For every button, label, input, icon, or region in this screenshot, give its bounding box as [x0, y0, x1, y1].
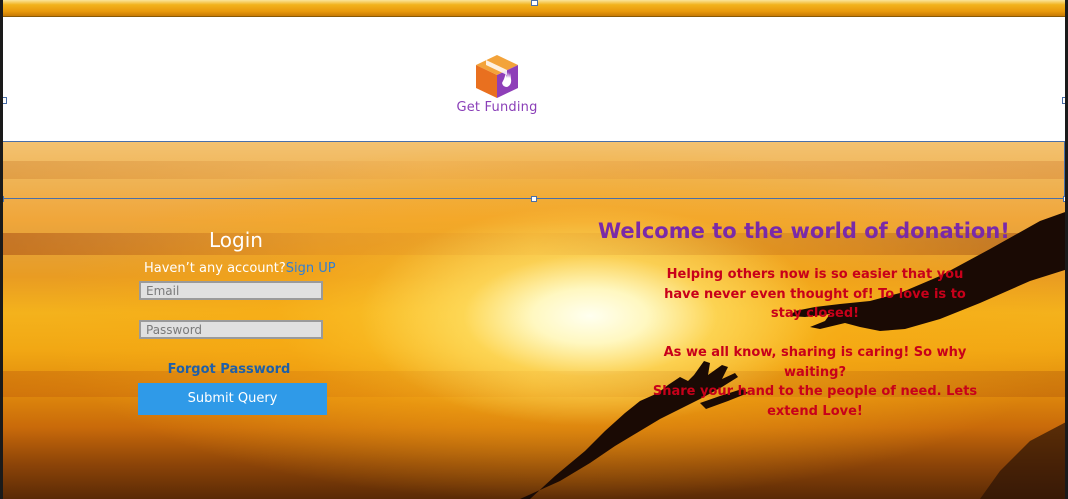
welcome-message: Share your hand to the people of need. L… [652, 384, 978, 419]
resize-handle-left[interactable] [0, 97, 7, 104]
gift-box-hand-icon [476, 55, 518, 98]
selection-box[interactable] [1, 141, 1065, 199]
forgot-password-link[interactable]: Forgot Password [138, 362, 320, 377]
password-field[interactable]: Password [139, 320, 323, 339]
resize-handle-right[interactable] [1062, 97, 1068, 104]
resize-handle[interactable] [0, 196, 4, 202]
resize-handle[interactable] [531, 196, 537, 202]
resize-handle-top[interactable] [531, 0, 538, 6]
account-prompt-text: Haven’t any account? [144, 261, 286, 276]
welcome-message: As we all know, sharing is caring! So wh… [663, 345, 967, 380]
welcome-message: Helping others now is so easier that you… [664, 267, 966, 321]
email-field[interactable]: Email [139, 281, 323, 300]
resize-handle[interactable] [1063, 196, 1068, 202]
submit-query-button[interactable]: Submit Query [138, 383, 327, 415]
logo-text: Get Funding [456, 100, 538, 115]
login-title: Login [209, 228, 263, 252]
page-header: Get Funding [0, 17, 1068, 141]
site-logo[interactable]: Get Funding [454, 53, 540, 115]
account-prompt-line: Haven’t any account?Sign UP [144, 261, 336, 276]
signup-link[interactable]: Sign UP [286, 261, 336, 276]
welcome-title: Welcome to the world of donation! [598, 219, 1010, 243]
